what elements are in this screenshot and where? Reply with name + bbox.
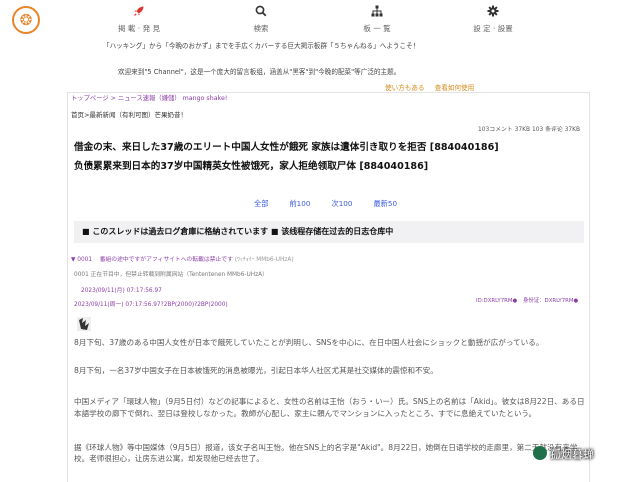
post-date: 2023/09/11(月) 07:17:56.97	[81, 288, 162, 294]
link-all[interactable]: 全部	[254, 199, 268, 208]
post-header: ▼ 0001 番組の途中ですがアフィサイトへの転載は禁止です (ﾜｯﾁｮｲｰ M…	[71, 254, 294, 263]
link-next-100[interactable]: 次100	[332, 199, 353, 208]
thread-title-jp: 借金の末、来日した37歳のエリート中国人女性が餓死 家族は遺体引き取りを拒否 […	[74, 142, 499, 153]
nav-search[interactable]: 検索	[219, 5, 303, 34]
post-id-jp[interactable]: ID:DXRLY7RM●	[476, 298, 517, 304]
search-icon	[219, 5, 303, 19]
forum-note: 首页>最新新闻（有利可图）芒果奶昔！	[71, 111, 187, 119]
howto-link[interactable]: 使い方もある	[385, 84, 425, 92]
nav-label: 板 一 覧	[363, 24, 391, 33]
howto-links: 使い方もある 查看如何使用	[385, 82, 474, 92]
watermark-text: 孤烟暮蝉	[550, 448, 594, 461]
link-prev-100[interactable]: 前100	[289, 199, 310, 208]
welcome-cn: 欢迎来到"5 Channel"，这是一个庞大的留言板组，涵盖从"黑客"到"今晚的…	[118, 68, 401, 76]
archived-notice: ■ このスレッドは過去ログ倉庫に格納されています ■ 该线程存储在过去的日志仓库…	[74, 221, 584, 243]
welcome-jp: 「ハッキング」から「今晩のおかず」までを手広くカバーする巨大掲示板群「５ちゃんね…	[103, 42, 420, 50]
site-logo[interactable]: ❂	[12, 6, 40, 34]
gear-icon	[451, 5, 535, 19]
post-head-title: ▼ 0001 番組の途中ですがアフィサイトへの転載は禁止です	[71, 257, 233, 263]
post-para1-jp: 8月下旬、37歳のある中国人女性が日本で餓死していたことが判明し、SNSを中心に…	[74, 338, 544, 347]
nav-settings[interactable]: 設 定 · 設置	[451, 5, 535, 34]
nav-board-list[interactable]: 板 一 覧	[335, 5, 419, 34]
nav-label: 設 定 · 設置	[473, 24, 513, 33]
watermark: 孤烟暮蝉	[533, 446, 633, 468]
post-head-meta: (ﾜｯﾁｮｲｰ MMb6-UHzA)	[234, 257, 294, 263]
nav-label: 検索	[253, 24, 269, 33]
post-para2-jp: 中国メディア「環球人物」（9月5日付）などの記事によると、女性の名前は王怡（おう…	[74, 397, 585, 418]
breadcrumb[interactable]: トップページ > ニュース速報（嫌儲） mango shake!	[71, 93, 227, 102]
nav-label: 掲 載 · 発 見	[118, 24, 160, 33]
sitemap-icon	[335, 5, 419, 19]
top-navbar: ❂ 掲 載 · 発 見 検索 板 一 覧 設 定 · 設置	[0, 0, 640, 36]
post-id: ID:DXRLY7RM● 身份证：DXRLY7RM●	[476, 296, 578, 304]
post-date-cn: 2023/09/11(周一) 07:17:56.97?2BP(2000)?2BP…	[74, 302, 228, 308]
post-para2-cn: 据《环球人物》等中国媒体（9月5日）报道，该女子名叫王怡。他在SNS上的名字是"…	[74, 443, 578, 463]
nav-post-discover[interactable]: 掲 載 · 発 見	[97, 5, 181, 34]
rocket-icon	[97, 5, 181, 19]
thread-container: トップページ > ニュース速報（嫌儲） mango shake! 首页>最新新闻…	[67, 92, 590, 482]
post-para1-cn: 8月下旬，一名37岁中国女子在日本被饿死的消息被曝光，引起日本华人社区尤其是社交…	[74, 366, 438, 375]
wechat-icon	[533, 446, 547, 460]
thread-stats: 103コメント 37KB 103 条评论 37KB	[478, 127, 581, 133]
post-id-cn[interactable]: 身份证：DXRLY7RM●	[523, 298, 578, 304]
link-latest-50[interactable]: 最新50	[374, 199, 398, 208]
thread-title-cn: 负债累累来到日本的37岁中国精英女性被饿死，家人拒绝领取尸体 [88404018…	[74, 161, 429, 172]
post-head-cn: 0001 正在节目中，但禁止转载到附属网站（Tententenen MMb6-U…	[74, 272, 268, 278]
thread-nav-links: 全部 前100 次100 最新50	[254, 191, 413, 210]
thumb-image[interactable]	[77, 316, 91, 335]
howto-cn-link[interactable]: 查看如何使用	[435, 84, 475, 92]
